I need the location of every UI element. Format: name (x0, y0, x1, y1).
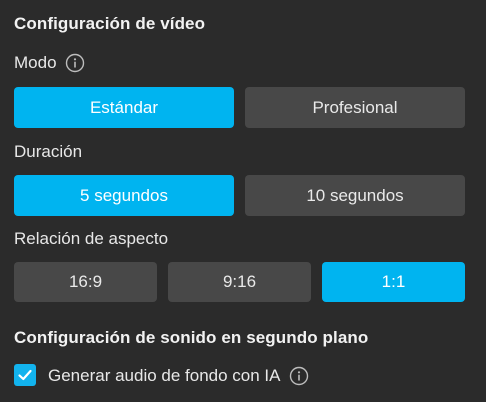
video-settings-title: Configuración de vídeo (14, 14, 206, 33)
info-icon[interactable] (65, 53, 85, 73)
info-icon[interactable] (289, 366, 309, 386)
mode-standard-button[interactable]: Estándar (14, 87, 234, 128)
ai-audio-checkbox[interactable] (14, 364, 36, 386)
mode-professional-button[interactable]: Profesional (245, 87, 465, 128)
mode-label: Modo (14, 53, 57, 72)
sound-settings-title: Configuración de sonido en segundo plano (14, 328, 369, 347)
aspect-ratio-label: Relación de aspecto (14, 229, 169, 248)
ai-audio-label[interactable]: Generar audio de fondo con IA (48, 366, 281, 386)
settings-panel: Configuración de vídeo Modo Estándar Pro… (0, 0, 486, 402)
ai-audio-row: Generar audio de fondo con IA (48, 366, 309, 386)
check-icon (18, 369, 32, 381)
aspect-9-16-button[interactable]: 9:16 (168, 262, 311, 302)
duration-5s-button[interactable]: 5 segundos (14, 175, 234, 216)
duration-label: Duración (14, 142, 83, 161)
mode-label-row: Modo (14, 53, 85, 73)
duration-10s-button[interactable]: 10 segundos (245, 175, 465, 216)
aspect-1-1-button[interactable]: 1:1 (322, 262, 465, 302)
aspect-16-9-button[interactable]: 16:9 (14, 262, 157, 302)
